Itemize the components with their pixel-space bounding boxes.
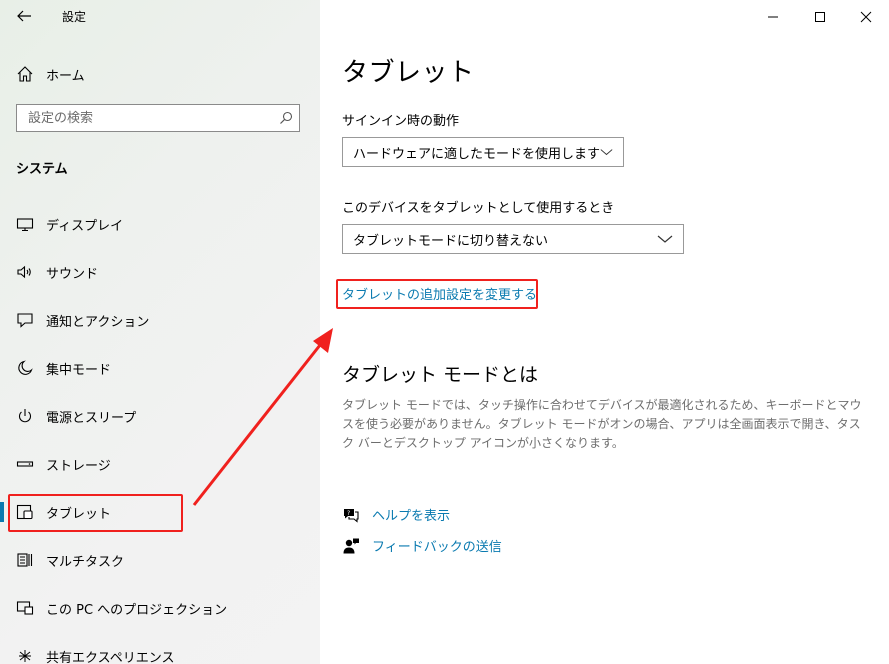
close-icon <box>860 11 872 23</box>
signin-dropdown[interactable]: ハードウェアに適したモードを使用します <box>342 137 624 167</box>
settings-sidebar: 設定 ホーム システム ディスプレイ サウンド 通知とアクション <box>0 0 320 664</box>
projection-icon <box>16 599 34 617</box>
feedback-link[interactable]: フィードバックの送信 <box>342 536 502 555</box>
multitask-icon <box>16 551 34 569</box>
sidebar-item-display[interactable]: ディスプレイ <box>0 202 320 246</box>
device-label: このデバイスをタブレットとして使用するとき <box>342 201 615 216</box>
sidebar-item-multitask[interactable]: マルチタスク <box>0 538 320 582</box>
minimize-button[interactable] <box>763 7 783 27</box>
sidebar-item-projection[interactable]: この PC へのプロジェクション <box>0 586 320 630</box>
sidebar-item-label: 集中モード <box>46 362 112 378</box>
search-field[interactable] <box>16 104 300 132</box>
chevron-down-icon <box>657 235 673 243</box>
back-arrow-icon[interactable] <box>15 8 33 24</box>
storage-icon <box>16 455 34 473</box>
about-description: タブレット モードでは、タッチ操作に合わせてデバイスが最適化されるため、キーボー… <box>342 398 862 450</box>
help-label: ヘルプを表示 <box>372 509 451 524</box>
help-link[interactable]: ? ヘルプを表示 <box>342 505 450 524</box>
speaker-icon <box>16 263 34 281</box>
signin-value: ハードウェアに適したモードを使用します <box>353 146 601 162</box>
sidebar-item-label: サウンド <box>46 266 99 282</box>
search-input[interactable] <box>17 109 279 127</box>
sidebar-item-label: 共有エクスペリエンス <box>46 650 175 664</box>
maximize-button[interactable] <box>810 7 830 27</box>
device-value: タブレットモードに切り替えない <box>353 233 549 249</box>
share-icon <box>16 647 34 664</box>
section-heading: システム <box>16 162 68 177</box>
display-icon <box>16 215 34 233</box>
home-link[interactable]: ホーム <box>16 62 85 86</box>
moon-icon <box>16 359 34 377</box>
device-dropdown[interactable]: タブレットモードに切り替えない <box>342 224 684 254</box>
sidebar-item-label: この PC へのプロジェクション <box>46 602 228 618</box>
highlight-box-tablet-nav <box>8 494 183 532</box>
signin-label: サインイン時の動作 <box>342 114 460 129</box>
highlight-box-additional-link <box>336 279 538 309</box>
sidebar-item-sound[interactable]: サウンド <box>0 250 320 294</box>
page-title: タブレット <box>342 58 475 88</box>
home-label: ホーム <box>46 68 85 84</box>
window-title: 設定 <box>62 10 87 24</box>
svg-text:?: ? <box>347 510 350 517</box>
sidebar-item-label: 電源とスリープ <box>46 410 137 426</box>
home-icon <box>17 66 33 82</box>
sidebar-item-shared[interactable]: 共有エクスペリエンス <box>0 634 320 664</box>
help-chat-icon: ? <box>344 508 359 523</box>
power-icon <box>16 407 34 425</box>
minimize-icon <box>768 16 778 18</box>
sidebar-item-label: ディスプレイ <box>46 218 124 234</box>
sidebar-item-notifications[interactable]: 通知とアクション <box>0 298 320 342</box>
feedback-person-icon <box>343 538 359 553</box>
content-pane: タブレット サインイン時の動作 ハードウェアに適したモードを使用します このデバ… <box>320 0 889 664</box>
maximize-icon <box>815 12 825 22</box>
sidebar-item-power[interactable]: 電源とスリープ <box>0 394 320 438</box>
notification-icon <box>16 311 34 329</box>
close-button[interactable] <box>856 7 876 27</box>
sidebar-item-focus[interactable]: 集中モード <box>0 346 320 390</box>
sidebar-item-label: ストレージ <box>46 458 111 474</box>
about-heading: タブレット モードとは <box>342 364 539 386</box>
search-icon[interactable] <box>279 111 293 125</box>
sidebar-item-label: 通知とアクション <box>46 314 150 330</box>
sidebar-item-storage[interactable]: ストレージ <box>0 442 320 486</box>
sidebar-item-label: マルチタスク <box>46 554 125 570</box>
chevron-down-icon <box>600 149 613 156</box>
feedback-label: フィードバックの送信 <box>372 540 502 555</box>
